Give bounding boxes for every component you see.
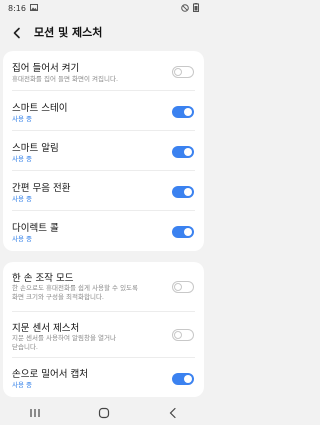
setting-description-line-2: 화면 크기와 구성을 최적화합니다.: [12, 293, 104, 301]
setting-direct-call[interactable]: 다이렉트 콜 사용 중: [3, 211, 204, 251]
toggle-switch[interactable]: [172, 186, 194, 198]
setting-status: 사용 중: [12, 195, 33, 203]
setting-easy-mute[interactable]: 간편 무음 전환 사용 중: [3, 171, 204, 211]
page-title: 모션 및 제스처: [34, 26, 103, 39]
setting-pick-up-to-wake[interactable]: 집어 들어서 켜기 휴대전화를 집어 들면 화면이 켜집니다.: [3, 51, 204, 91]
toggle-switch[interactable]: [172, 66, 194, 78]
setting-status: 사용 중: [12, 155, 33, 163]
setting-description-line-1: 지문 센서를 사용하여 알림창을 열거나: [12, 334, 116, 342]
gallery-notification-icon: [29, 4, 38, 13]
setting-label: 간편 무음 전환: [12, 183, 71, 194]
battery-icon: [193, 3, 199, 14]
settings-card-primary: 집어 들어서 켜기 휴대전화를 집어 들면 화면이 켜집니다. 스마트 스테이 …: [3, 51, 204, 251]
setting-label: 스마트 알림: [12, 143, 59, 154]
setting-description-line-2: 닫습니다.: [12, 343, 38, 351]
recent-apps-icon[interactable]: [28, 407, 42, 419]
setting-status: 사용 중: [12, 381, 33, 389]
setting-description-line-1: 한 손으로도 휴대전화를 쉽게 사용할 수 있도록: [12, 284, 139, 292]
setting-smart-stay[interactable]: 스마트 스테이 사용 중: [3, 91, 204, 131]
setting-label: 집어 들어서 켜기: [12, 63, 80, 74]
status-bar: 8:16: [0, 0, 207, 17]
home-icon[interactable]: [97, 407, 111, 419]
setting-label: 한 손 조작 모드: [12, 273, 74, 284]
do-not-disturb-icon: [181, 3, 189, 14]
setting-smart-alert[interactable]: 스마트 알림 사용 중: [3, 131, 204, 171]
setting-label: 스마트 스테이: [12, 103, 68, 114]
toggle-switch[interactable]: [172, 146, 194, 158]
toggle-switch[interactable]: [172, 373, 194, 385]
setting-label: 손으로 밀어서 캡처: [12, 369, 88, 380]
setting-status: 사용 중: [12, 235, 33, 243]
toggle-switch[interactable]: [172, 226, 194, 238]
back-arrow-icon[interactable]: [10, 25, 24, 39]
setting-one-handed-mode[interactable]: 한 손 조작 모드 한 손으로도 휴대전화를 쉽게 사용할 수 있도록 화면 크…: [3, 262, 204, 312]
setting-label: 지문 센서 제스처: [12, 323, 80, 334]
setting-status: 사용 중: [12, 115, 33, 123]
back-icon[interactable]: [166, 407, 180, 419]
toggle-switch[interactable]: [172, 329, 194, 341]
setting-description: 휴대전화를 집어 들면 화면이 켜집니다.: [12, 75, 119, 83]
toggle-switch[interactable]: [172, 106, 194, 118]
settings-card-secondary: 한 손 조작 모드 한 손으로도 휴대전화를 쉽게 사용할 수 있도록 화면 크…: [3, 262, 204, 397]
toggle-switch[interactable]: [172, 281, 194, 293]
setting-finger-sensor-gestures[interactable]: 지문 센서 제스처 지문 센서를 사용하여 알림창을 열거나 닫습니다.: [3, 312, 204, 358]
navigation-bar: [0, 400, 207, 425]
setting-label: 다이렉트 콜: [12, 223, 59, 234]
status-time: 8:16: [8, 4, 26, 13]
app-bar: 모션 및 제스처: [0, 17, 207, 47]
setting-palm-swipe-capture[interactable]: 손으로 밀어서 캡처 사용 중: [3, 358, 204, 397]
